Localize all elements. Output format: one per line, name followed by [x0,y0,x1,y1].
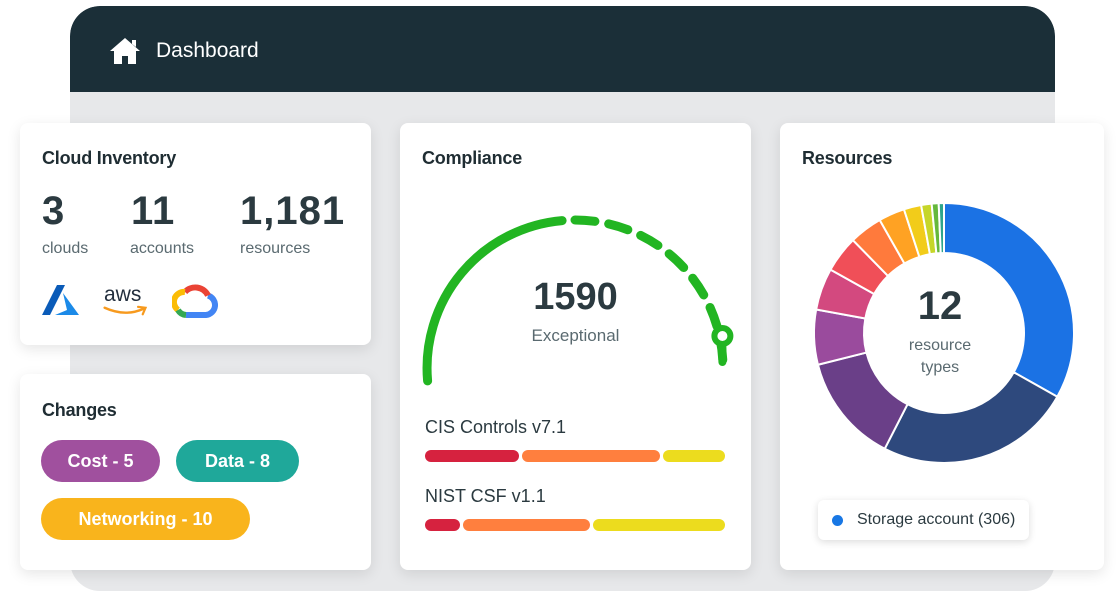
change-tag-cost[interactable]: Cost - 5 [41,440,160,482]
aws-logo: aws [100,283,156,319]
change-tag-data[interactable]: Data - 8 [176,440,299,482]
aws-logo-text: aws [104,283,142,306]
framework-name: NIST CSF v1.1 [425,486,546,506]
donut-legend-tooltip: Storage account (306) [818,500,1030,540]
cloud-inventory-title: Cloud Inventory [42,148,177,168]
bar-segment [522,450,661,462]
bar-segment [663,450,725,462]
clouds-label: clouds [42,240,89,257]
header-bar: Dashboard [70,6,1055,92]
donut-slice[interactable] [937,201,945,255]
compliance-rating: Exceptional [531,326,620,345]
resources-label: resources [240,240,311,257]
google-cloud-logo [172,284,218,318]
bar-segment [592,519,725,531]
changes-title: Changes [42,400,117,420]
resource-types-label-line1: resource [908,337,972,354]
clouds-count: 3 [42,189,66,233]
accounts-count: 11 [131,189,176,233]
legend-label: Storage account (306) [857,511,1016,528]
resources-card: Resources 12 resource types Storage acco… [780,123,1104,570]
bar-segment [425,450,520,462]
bar-segment [425,519,461,531]
framework-progress-bar [425,519,725,531]
bar-segment [463,519,590,531]
legend-color-dot [832,514,843,526]
resource-types-label: resource types [780,335,1100,379]
compliance-score: 1590 [533,276,618,318]
resources-count: 1,181 [240,189,346,233]
azure-logo [42,285,79,315]
resource-types-label-line2: types [920,359,960,376]
home-icon[interactable] [108,36,142,66]
change-tag-networking[interactable]: Networking - 10 [41,498,250,540]
aws-smile-icon [103,305,148,316]
framework-name: CIS Controls v7.1 [425,417,567,437]
resource-types-count: 12 [917,284,963,328]
page-title: Dashboard [156,39,259,62]
framework-progress-bar [425,450,725,462]
changes-card: Changes Cost - 5 Data - 8 Networking - 1… [20,374,371,570]
donut-slice[interactable] [883,370,1059,464]
compliance-card: Compliance 1590 Exceptional CIS Controls… [400,123,751,570]
cloud-inventory-card: Cloud Inventory 3 clouds 11 accounts 1,1… [20,123,371,345]
accounts-label: accounts [130,240,195,257]
